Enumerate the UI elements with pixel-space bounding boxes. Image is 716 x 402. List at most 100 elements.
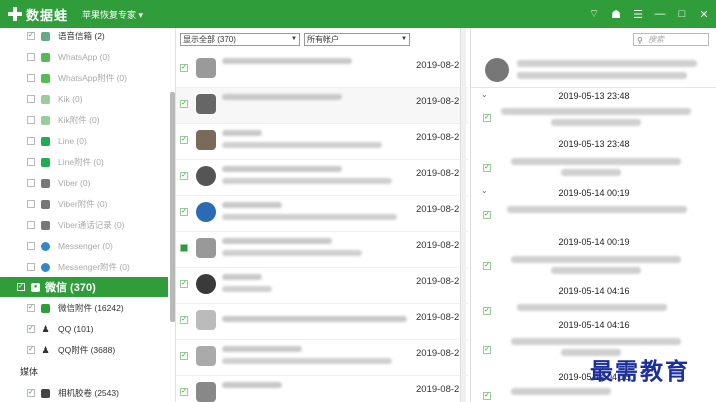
checkbox-icon[interactable]	[27, 74, 35, 82]
sidebar-scrollbar[interactable]	[170, 92, 175, 322]
checkbox-icon[interactable]: ✓	[27, 304, 35, 312]
sidebar-item-label: Messenger (0)	[58, 241, 113, 251]
list-item[interactable]: ✓ 2019-08-2	[176, 52, 468, 88]
list-item[interactable]: ✓ 2019-08-2	[176, 196, 468, 232]
product-menu[interactable]: 苹果恢复专家 ▾	[82, 8, 143, 21]
checkbox-icon[interactable]: ✓	[180, 388, 188, 396]
sidebar-item-viber-attach[interactable]: Viber附件 (0)	[0, 194, 168, 214]
checkbox-icon[interactable]: ✓	[483, 211, 491, 219]
menu-icon[interactable]: ☰	[632, 8, 644, 21]
sidebar-item-voicemail[interactable]: ✓ 语音信箱 (2)	[0, 26, 168, 46]
checkbox-icon[interactable]	[27, 137, 35, 145]
list-scrollbar[interactable]	[460, 28, 466, 402]
list-item[interactable]: ✓ 2019-08-2	[176, 268, 468, 304]
message-timestamp: 2019-05-14 00:19	[558, 237, 630, 247]
list-item[interactable]: ✓ 2019-08-2	[176, 160, 468, 196]
checkbox-icon[interactable]: ✓	[483, 114, 491, 122]
checkbox-icon[interactable]	[27, 179, 35, 187]
checkbox-icon[interactable]: ✓	[483, 392, 491, 400]
list-item[interactable]: 2019-08-2	[176, 232, 468, 268]
maximize-icon[interactable]: □	[676, 8, 688, 20]
checkbox-icon[interactable]: ✓	[27, 346, 35, 354]
checkbox-icon[interactable]: ✓	[180, 172, 188, 180]
checkbox-icon[interactable]	[27, 53, 35, 61]
blurred-message	[517, 304, 667, 311]
sidebar-item-wechat-attach[interactable]: ✓ 微信附件 (16242)	[0, 298, 168, 318]
search-input[interactable]: ⚲ 搜索	[633, 33, 709, 46]
message-timestamp: 2019-05-14 00:19	[558, 188, 630, 198]
checkbox-icon[interactable]	[27, 158, 35, 166]
checkbox-icon[interactable]: ✓	[27, 32, 35, 40]
sidebar-item-messenger-attach[interactable]: Messenger附件 (0)	[0, 257, 168, 277]
checkbox-icon[interactable]	[27, 221, 35, 229]
sidebar-item-viber-calls[interactable]: Viber通话记录 (0)	[0, 215, 168, 235]
avatar	[196, 130, 216, 150]
filter-show-dropdown[interactable]: 显示全部 (370) ▼	[180, 33, 300, 46]
sidebar-item-qq[interactable]: ✓ ♟ QQ (101)	[0, 319, 168, 339]
checkbox-icon[interactable]: ✓	[27, 325, 35, 333]
list-item-date: 2019-08-2	[416, 384, 460, 395]
chat-detail-panel: ⚲ 搜索 ⌄ 2019-05-13 23:48 ✓ 2019-05-13 23:…	[470, 28, 716, 402]
sidebar-item-camera-roll[interactable]: ✓ 相机胶卷 (2543)	[0, 383, 168, 402]
camera-roll-icon	[41, 388, 50, 398]
checkbox-icon[interactable]	[180, 244, 188, 252]
checkbox-icon[interactable]: ✓	[180, 100, 188, 108]
conversation-list: 显示全部 (370) ▼ 所有帐户 ▼ ✓ 2019-08-2 ✓ 2019-0…	[176, 28, 468, 402]
sidebar-item-wechat[interactable]: ✓ ● 微信 (370)	[0, 277, 168, 297]
checkbox-icon[interactable]: ✓	[483, 307, 491, 315]
sidebar-item-viber[interactable]: Viber (0)	[0, 173, 168, 193]
viber-calls-icon	[41, 220, 50, 230]
close-icon[interactable]: ✕	[698, 8, 710, 21]
checkbox-icon[interactable]: ✓	[483, 346, 491, 354]
avatar	[196, 346, 216, 366]
sidebar-item-kik[interactable]: Kik (0)	[0, 89, 168, 109]
checkbox-icon[interactable]: ✓	[180, 136, 188, 144]
sidebar-item-line-attach[interactable]: Line附件 (0)	[0, 152, 168, 172]
checkbox-icon[interactable]: ✓	[483, 164, 491, 172]
checkbox-icon[interactable]: ✓	[180, 64, 188, 72]
chevron-down-icon: ▼	[291, 36, 297, 42]
blurred-message	[511, 158, 681, 165]
sidebar-item-kik-attach[interactable]: Kik附件 (0)	[0, 110, 168, 130]
checkbox-icon[interactable]	[27, 242, 35, 250]
messenger-attachment-icon	[41, 262, 50, 272]
chat-header	[471, 52, 716, 88]
blurred-preview	[222, 286, 272, 292]
list-item[interactable]: ✓ 2019-08-2	[176, 304, 468, 340]
list-item[interactable]: ✓ 2019-08-2	[176, 376, 468, 402]
list-item[interactable]: ✓ 2019-08-2	[176, 88, 468, 124]
app-logo-icon	[8, 7, 22, 21]
viber-attachment-icon	[41, 199, 50, 209]
checkbox-icon[interactable]: ✓	[180, 280, 188, 288]
blurred-title	[222, 346, 302, 352]
checkbox-icon[interactable]: ✓	[180, 352, 188, 360]
checkbox-icon[interactable]: ✓	[180, 316, 188, 324]
sidebar-item-line[interactable]: Line (0)	[0, 131, 168, 151]
minimize-icon[interactable]: —	[654, 8, 666, 20]
checkbox-icon[interactable]: ✓	[483, 262, 491, 270]
checkbox-icon[interactable]: ✓	[17, 283, 25, 291]
checkbox-icon[interactable]: ✓	[27, 389, 35, 397]
blurred-message	[501, 108, 691, 115]
sidebar-item-messenger[interactable]: Messenger (0)	[0, 236, 168, 256]
avatar	[196, 382, 216, 402]
sidebar-item-label: 相机胶卷 (2543)	[58, 388, 119, 398]
blurred-message	[561, 169, 621, 176]
wechat-icon: ●	[31, 282, 40, 292]
checkbox-icon[interactable]	[27, 200, 35, 208]
sidebar-item-whatsapp[interactable]: WhatsApp (0)	[0, 47, 168, 67]
checkbox-icon[interactable]	[27, 116, 35, 124]
filter-account-dropdown[interactable]: 所有帐户 ▼	[304, 33, 410, 46]
qq-attachment-icon: ♟	[41, 344, 50, 355]
checkbox-icon[interactable]: ✓	[180, 208, 188, 216]
list-item[interactable]: ✓ 2019-08-2	[176, 124, 468, 160]
shirt-icon[interactable]: ☗	[610, 8, 622, 21]
sidebar-item-label: Messenger附件 (0)	[58, 262, 130, 272]
list-item-date: 2019-08-2	[416, 204, 460, 215]
wifi-icon[interactable]: ⌔	[588, 7, 600, 21]
checkbox-icon[interactable]	[27, 95, 35, 103]
sidebar-item-whatsapp-attach[interactable]: WhatsApp附件 (0)	[0, 68, 168, 88]
list-item[interactable]: ✓ 2019-08-2	[176, 340, 468, 376]
checkbox-icon[interactable]	[27, 263, 35, 271]
sidebar-item-qq-attach[interactable]: ✓ ♟ QQ附件 (3688)	[0, 340, 168, 360]
